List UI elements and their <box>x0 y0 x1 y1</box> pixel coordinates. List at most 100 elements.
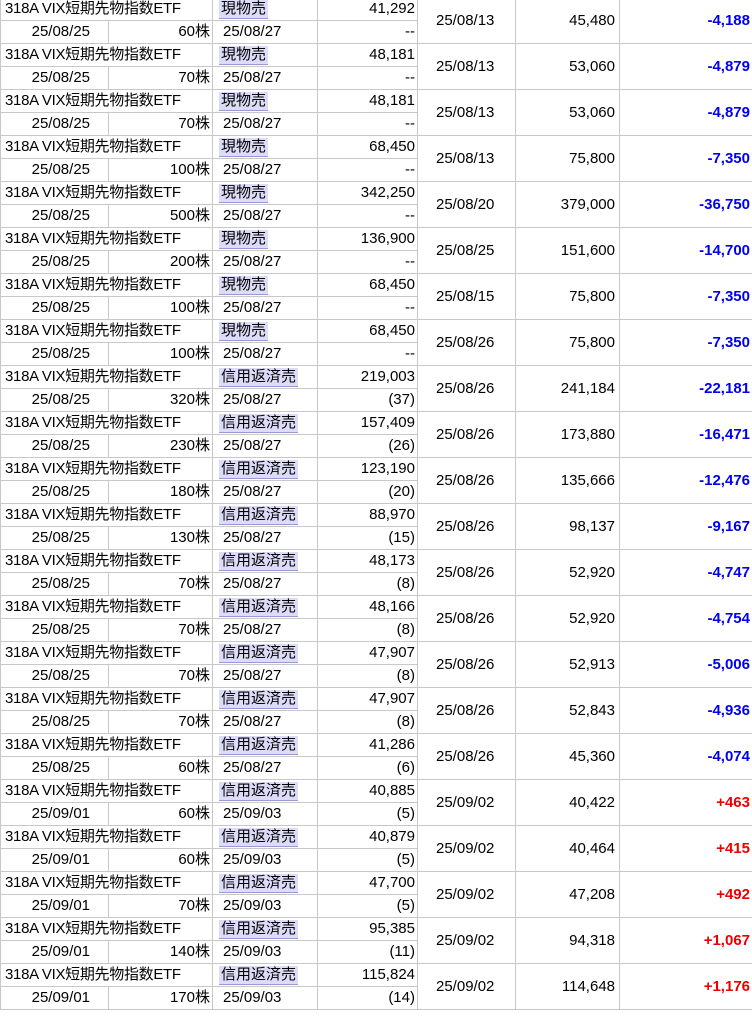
acquisition-amount: 53,060 <box>515 89 620 136</box>
trade-row-top: 318A VIX短期先物指数ETF 信用返済売 157,409 25/08/26… <box>0 411 752 458</box>
sell-amount: 47,907 <box>317 687 418 711</box>
trade-type-label[interactable]: 信用返済売 <box>219 920 299 939</box>
trade-type-label[interactable]: 信用返済売 <box>219 506 299 525</box>
acquisition-amount: 40,464 <box>515 825 620 872</box>
trade-type-label[interactable]: 現物売 <box>219 322 269 341</box>
trade-type-label[interactable]: 信用返済売 <box>219 644 299 663</box>
trade-type: 信用返済売 <box>212 595 318 619</box>
trade-date: 25/09/01 <box>0 940 109 964</box>
trade-type-label[interactable]: 信用返済売 <box>219 828 299 847</box>
trade-type-label[interactable]: 現物売 <box>219 276 269 295</box>
trade-type-label[interactable]: 信用返済売 <box>219 460 299 479</box>
acquisition-date: 25/08/13 <box>417 43 516 90</box>
trade-type-label[interactable]: 信用返済売 <box>219 874 299 893</box>
settlement-date: 25/09/03 <box>212 894 318 918</box>
settlement-date: 25/08/27 <box>212 526 318 550</box>
trade-row-top: 318A VIX短期先物指数ETF 信用返済売 47,907 25/08/26 … <box>0 687 752 734</box>
quantity: 200株 <box>108 250 213 274</box>
security-name: 318A VIX短期先物指数ETF <box>0 687 213 711</box>
sell-fee: -- <box>317 296 418 320</box>
settlement-date: 25/09/03 <box>212 802 318 826</box>
sell-amount: 48,181 <box>317 43 418 67</box>
trade-date: 25/08/25 <box>0 342 109 366</box>
security-name: 318A VIX短期先物指数ETF <box>0 43 213 67</box>
acquisition-amount: 53,060 <box>515 43 620 90</box>
trade-row-top: 318A VIX短期先物指数ETF 信用返済売 47,700 25/09/02 … <box>0 871 752 918</box>
trade-date: 25/08/25 <box>0 66 109 90</box>
acquisition-date: 25/08/26 <box>417 457 516 504</box>
trade-date: 25/08/25 <box>0 526 109 550</box>
acquisition-amount: 241,184 <box>515 365 620 412</box>
trade-type-label[interactable]: 信用返済売 <box>219 736 299 755</box>
trade-type-label[interactable]: 信用返済売 <box>219 690 299 709</box>
trade-type-label[interactable]: 現物売 <box>219 46 269 65</box>
trade-type-label[interactable]: 信用返済売 <box>219 782 299 801</box>
acquisition-date: 25/08/26 <box>417 411 516 458</box>
trade-row-top: 318A VIX短期先物指数ETF 信用返済売 40,885 25/09/02 … <box>0 779 752 826</box>
trade-type-label[interactable]: 信用返済売 <box>219 552 299 571</box>
acquisition-amount: 45,360 <box>515 733 620 780</box>
acquisition-amount: 47,208 <box>515 871 620 918</box>
acquisition-date: 25/08/20 <box>417 181 516 228</box>
settlement-date: 25/08/27 <box>212 480 318 504</box>
acquisition-amount: 40,422 <box>515 779 620 826</box>
acquisition-amount: 52,843 <box>515 687 620 734</box>
acquisition-date: 25/08/26 <box>417 733 516 780</box>
trade-row-top: 318A VIX短期先物指数ETF 信用返済売 40,879 25/09/02 … <box>0 825 752 872</box>
trade-date: 25/08/25 <box>0 572 109 596</box>
settlement-date: 25/08/27 <box>212 572 318 596</box>
trade-type-label[interactable]: 現物売 <box>219 0 269 19</box>
sell-fee: (14) <box>317 986 418 1010</box>
quantity: 70株 <box>108 66 213 90</box>
security-name: 318A VIX短期先物指数ETF <box>0 733 213 757</box>
acquisition-amount: 75,800 <box>515 273 620 320</box>
settlement-date: 25/08/27 <box>212 158 318 182</box>
trade-history-body: 318A VIX短期先物指数ETF 現物売 41,292 25/08/13 45… <box>0 0 752 1010</box>
quantity: 70株 <box>108 112 213 136</box>
profit-loss: -4,754 <box>619 595 752 642</box>
sell-fee: -- <box>317 66 418 90</box>
security-name: 318A VIX短期先物指数ETF <box>0 273 213 297</box>
trade-type-label[interactable]: 現物売 <box>219 92 269 111</box>
trade-type-label[interactable]: 信用返済売 <box>219 598 299 617</box>
trade-type-label[interactable]: 信用返済売 <box>219 966 299 985</box>
trade-type: 信用返済売 <box>212 411 318 435</box>
trade-type: 信用返済売 <box>212 457 318 481</box>
trade-type-label[interactable]: 現物売 <box>219 184 269 203</box>
trade-date: 25/09/01 <box>0 894 109 918</box>
acquisition-date: 25/08/26 <box>417 595 516 642</box>
security-name: 318A VIX短期先物指数ETF <box>0 641 213 665</box>
acquisition-date: 25/08/26 <box>417 503 516 550</box>
sell-amount: 41,292 <box>317 0 418 21</box>
trade-type: 現物売 <box>212 89 318 113</box>
sell-amount: 68,450 <box>317 319 418 343</box>
security-name: 318A VIX短期先物指数ETF <box>0 135 213 159</box>
settlement-date: 25/08/27 <box>212 296 318 320</box>
trade-date: 25/08/25 <box>0 250 109 274</box>
trade-row-top: 318A VIX短期先物指数ETF 現物売 68,450 25/08/15 75… <box>0 273 752 320</box>
quantity: 100株 <box>108 158 213 182</box>
trade-type-label[interactable]: 現物売 <box>219 138 269 157</box>
profit-loss: -16,471 <box>619 411 752 458</box>
trade-row-top: 318A VIX短期先物指数ETF 信用返済売 48,166 25/08/26 … <box>0 595 752 642</box>
trade-date: 25/08/25 <box>0 204 109 228</box>
trade-type-label[interactable]: 現物売 <box>219 230 269 249</box>
settlement-date: 25/08/27 <box>212 66 318 90</box>
trade-date: 25/09/01 <box>0 802 109 826</box>
sell-amount: 68,450 <box>317 273 418 297</box>
acquisition-date: 25/08/25 <box>417 227 516 274</box>
acquisition-date: 25/08/13 <box>417 0 516 44</box>
security-name: 318A VIX短期先物指数ETF <box>0 319 213 343</box>
trade-type: 現物売 <box>212 227 318 251</box>
sell-fee: (20) <box>317 480 418 504</box>
security-name: 318A VIX短期先物指数ETF <box>0 457 213 481</box>
trade-date: 25/08/25 <box>0 388 109 412</box>
trade-type-label[interactable]: 信用返済売 <box>219 414 299 433</box>
trade-type-label[interactable]: 信用返済売 <box>219 368 299 387</box>
trade-date: 25/08/25 <box>0 480 109 504</box>
trade-date: 25/08/25 <box>0 664 109 688</box>
sell-amount: 68,450 <box>317 135 418 159</box>
security-name: 318A VIX短期先物指数ETF <box>0 503 213 527</box>
acquisition-amount: 52,913 <box>515 641 620 688</box>
trade-date: 25/08/25 <box>0 20 109 44</box>
